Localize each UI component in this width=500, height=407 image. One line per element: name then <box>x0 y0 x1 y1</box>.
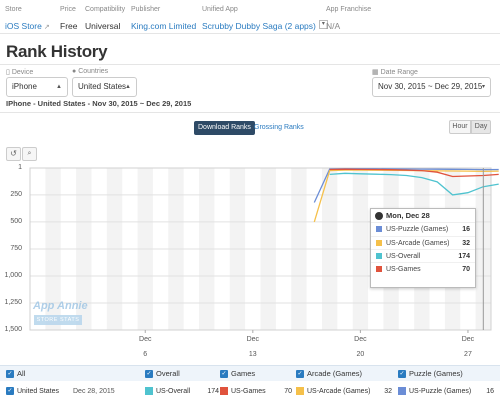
x-tick-day: 13 <box>249 351 257 358</box>
caret-icon: ▲ <box>56 84 62 90</box>
tooltip-row: US-Overall 174 <box>371 249 475 262</box>
price-label: Price <box>60 6 76 13</box>
series-toggle-arcade[interactable]: US-Arcade (Games) <box>296 383 370 401</box>
watermark-sub: STORE STATS <box>34 315 82 325</box>
series-value: 32 <box>384 388 392 395</box>
tooltip-row: US-Games 70 <box>371 262 475 275</box>
publisher-meta: Publisher King.com Limited <box>131 6 196 34</box>
device-label: ▯ Device <box>6 69 34 76</box>
series-swatch <box>376 240 382 246</box>
checkmark-icon: ✓ <box>220 370 228 379</box>
series-toggle-overall[interactable]: US-Overall <box>145 383 190 401</box>
checkmark-icon: ✓ <box>145 370 153 379</box>
series-toggle-puzzle[interactable]: US-Puzzle (Games) <box>398 383 471 401</box>
caret-icon: ▾ <box>481 84 485 90</box>
globe-icon <box>375 212 383 221</box>
tooltip-header: Mon, Dec 28 <box>371 209 475 223</box>
series-value: 174 <box>207 388 219 395</box>
undo-icon: ↺ <box>10 149 17 158</box>
series-swatch <box>398 387 406 396</box>
puzzle-checkbox[interactable]: ✓ Puzzle (Games) <box>398 366 463 382</box>
globe-icon: ● <box>72 68 77 75</box>
checkmark-icon: ✓ <box>6 370 14 379</box>
games-checkbox[interactable]: ✓ Games <box>220 366 255 382</box>
x-tick-day: 27 <box>464 351 472 358</box>
date-range-label: ▦ Date Range <box>372 69 418 76</box>
countries-label: ● Countries <box>72 68 109 75</box>
compat-meta: Compatibility Universal <box>85 6 125 34</box>
publisher-link[interactable]: King.com Limited <box>131 21 196 31</box>
watermark-logo: App Annie <box>33 300 88 312</box>
page-title: Rank History <box>6 42 108 61</box>
price-value: Free <box>60 21 78 31</box>
subtitle-divider <box>0 112 500 113</box>
countries-select[interactable]: United States ▲ <box>72 77 137 97</box>
day-toggle[interactable]: Day <box>471 120 491 134</box>
series-swatch <box>145 387 153 396</box>
hour-toggle[interactable]: Hour <box>449 120 471 134</box>
device-icon: ▯ <box>6 69 10 76</box>
legend-data-row: ✓ United States Dec 28, 2015 US-Overall 1… <box>0 383 500 401</box>
tooltip-row: US-Arcade (Games) 32 <box>371 236 475 249</box>
franchise-value: N/A <box>326 21 341 31</box>
unified-app-link[interactable]: Scrubby Dubby Saga (2 apps) <box>202 21 316 31</box>
x-tick-month: Dec <box>139 336 152 343</box>
arcade-checkbox[interactable]: ✓ Arcade (Games) <box>296 366 362 382</box>
store-link[interactable]: iOS Store <box>5 21 42 31</box>
zoom-button[interactable]: ⌕ <box>22 147 37 161</box>
reset-zoom-button[interactable]: ↺ <box>6 147 21 161</box>
compat-value: Universal <box>85 21 121 31</box>
download-ranks-tab[interactable]: Download Ranks <box>194 121 255 135</box>
x-tick-month: Dec <box>354 336 367 343</box>
price-meta: Price Free <box>60 6 77 34</box>
x-tick-month: Dec <box>247 336 260 343</box>
series-swatch <box>376 253 382 259</box>
unified-app-meta: Unified App Scrubby Dubby Saga (2 apps) ▾ <box>202 6 328 34</box>
row-date: Dec 28, 2015 <box>73 388 115 395</box>
series-swatch <box>296 387 304 396</box>
unified-label: Unified App <box>202 6 238 13</box>
title-divider <box>0 64 500 65</box>
select-all-checkbox[interactable]: ✓ All <box>6 366 25 382</box>
x-tick-day: 20 <box>356 351 364 358</box>
checkmark-icon: ✓ <box>296 370 304 379</box>
series-swatch <box>220 387 228 396</box>
device-select[interactable]: iPhone ▲ <box>6 77 68 97</box>
calendar-icon: ▦ <box>372 69 379 76</box>
chart-subtitle: IPhone - United States - Nov 30, 2015 ~ … <box>6 99 192 108</box>
checkmark-icon: ✓ <box>398 370 406 379</box>
legend-header: ✓ All ✓ Overall ✓ Games ✓ Arcade (Games) ✓ Pu… <box>0 365 500 381</box>
magnifier-icon: ⌕ <box>27 150 32 157</box>
series-value: 16 <box>486 388 494 395</box>
series-value: 70 <box>284 388 292 395</box>
compat-label: Compatibility <box>85 6 126 13</box>
grossing-ranks-tab[interactable]: Grossing Ranks <box>254 121 304 135</box>
checkmark-icon: ✓ <box>6 387 14 396</box>
country-checkbox[interactable]: ✓ United States <box>6 383 59 401</box>
franchise-label: App Franchise <box>326 6 372 13</box>
series-swatch <box>376 266 382 272</box>
x-tick-day: 6 <box>143 351 147 358</box>
overall-checkbox[interactable]: ✓ Overall <box>145 366 180 382</box>
caret-icon: ▲ <box>125 84 131 90</box>
tooltip-row: US-Puzzle (Games) 16 <box>371 223 475 236</box>
x-tick-month: Dec <box>462 336 475 343</box>
franchise-meta: App Franchise N/A <box>326 6 371 34</box>
publisher-label: Publisher <box>131 6 161 13</box>
external-link-icon[interactable]: ↗ <box>44 24 50 31</box>
series-swatch <box>376 226 382 232</box>
store-label: Store <box>5 6 22 13</box>
chart-tooltip: Mon, Dec 28 US-Puzzle (Games) 16 US-Arcad… <box>370 208 476 288</box>
store-meta: Store iOS Store ↗ <box>5 6 50 34</box>
series-toggle-games[interactable]: US-Games <box>220 383 266 401</box>
date-range-select[interactable]: Nov 30, 2015 ~ Dec 29, 2015 ▾ <box>372 77 491 97</box>
header-divider <box>0 33 500 34</box>
